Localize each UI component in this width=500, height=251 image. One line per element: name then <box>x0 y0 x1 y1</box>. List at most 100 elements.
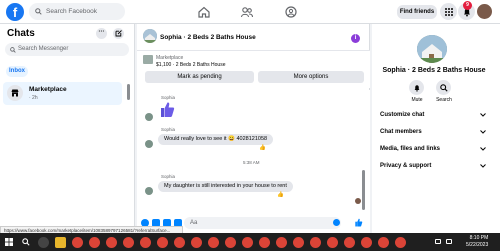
chrome-taskbar-icon[interactable] <box>276 237 287 248</box>
facebook-search-input[interactable]: Search Facebook <box>29 3 125 20</box>
message-sender: Sophia <box>161 127 176 132</box>
listing-summary[interactable]: $1,100 · 2 Beds 2 Baths House <box>156 62 226 68</box>
section-label: Privacy & support <box>380 163 432 169</box>
info-icon[interactable]: i <box>351 34 360 43</box>
conversation-header: Sophia · 2 Beds 2 Baths House i <box>137 24 370 51</box>
chrome-taskbar-icon[interactable] <box>310 237 321 248</box>
clock-time: 8:10 PM <box>469 235 489 241</box>
windows-start-icon[interactable] <box>5 238 13 246</box>
message-timestamp: 5:38 AM <box>243 160 260 165</box>
search-icon <box>439 83 448 92</box>
home-icon[interactable] <box>197 5 211 19</box>
chrome-taskbar-icon[interactable] <box>157 237 168 248</box>
privacy-support-section[interactable]: Privacy & support <box>372 159 496 173</box>
facebook-logo[interactable]: f <box>6 3 24 21</box>
chrome-taskbar-icon[interactable] <box>344 237 355 248</box>
customize-chat-section[interactable]: Customize chat <box>372 108 496 122</box>
thread-scrollbar[interactable] <box>362 170 365 210</box>
volume-icon[interactable] <box>446 239 452 244</box>
chrome-taskbar-icon[interactable] <box>72 237 83 248</box>
taskbar-clock[interactable]: 8:10 PM 5/22/2023 <box>466 235 488 248</box>
media-files-links-section[interactable]: Media, files and links <box>372 142 496 156</box>
chrome-taskbar-icon[interactable] <box>225 237 236 248</box>
bell-icon <box>414 84 419 92</box>
message-sender: Sophia <box>161 95 176 100</box>
search-icon <box>35 8 42 15</box>
chat-list-scrollbar[interactable] <box>127 84 130 100</box>
chat-name: Marketplace <box>29 86 67 93</box>
conversation-panel: Sophia · 2 Beds 2 Baths House i Marketpl… <box>137 24 370 233</box>
chats-title: Chats <box>7 28 35 39</box>
message-bubble[interactable]: My daughter is still interested in your … <box>158 181 293 192</box>
message-sender: Sophia <box>161 174 176 179</box>
top-navigation-bar: f Search Facebook Find friends 9 <box>0 0 500 24</box>
network-icon[interactable] <box>435 239 441 244</box>
windows-taskbar: 8:10 PM 5/22/2023 <box>0 233 500 251</box>
chevron-down-icon <box>480 130 486 134</box>
chevron-down-icon <box>480 147 486 151</box>
message-bubble[interactable]: Would really love to see it 😀 4028121058 <box>158 134 274 145</box>
listing-photo[interactable] <box>417 35 447 63</box>
emoji-icon[interactable] <box>333 219 340 226</box>
thumbs-up-send-icon[interactable] <box>354 218 363 227</box>
chrome-taskbar-icon[interactable] <box>140 237 151 248</box>
more-options-button[interactable]: More options <box>258 71 364 83</box>
sender-avatar <box>145 187 153 195</box>
mark-as-pending-button[interactable]: Mark as pending <box>145 71 254 83</box>
search-placeholder: Search Facebook <box>46 8 97 15</box>
mute-button[interactable] <box>409 80 424 95</box>
grid-menu-icon <box>444 7 453 16</box>
conversation-title[interactable]: Sophia · 2 Beds 2 Baths House <box>160 34 256 41</box>
messenger-search-input[interactable]: Search Messenger <box>5 43 129 56</box>
chrome-taskbar-icon[interactable] <box>242 237 253 248</box>
menu-button[interactable] <box>440 3 457 20</box>
notification-count-badge: 9 <box>463 1 472 10</box>
chrome-taskbar-icon[interactable] <box>293 237 304 248</box>
friends-icon[interactable] <box>240 5 254 19</box>
chrome-taskbar-icon[interactable] <box>89 237 100 248</box>
tab-inbox[interactable]: Inbox <box>6 66 28 77</box>
chrome-taskbar-icon[interactable] <box>259 237 270 248</box>
new-message-button[interactable] <box>113 28 124 39</box>
chrome-taskbar-icon[interactable] <box>361 237 372 248</box>
chevron-down-icon <box>480 113 486 117</box>
chrome-taskbar-icon[interactable] <box>174 237 185 248</box>
find-friends-button[interactable]: Find friends <box>397 5 437 19</box>
message-reaction[interactable]: 👍 <box>277 192 284 198</box>
conversation-details-panel: Sophia · 2 Beds 2 Baths House Mute Searc… <box>372 24 500 233</box>
search-conversation-button[interactable] <box>436 80 451 95</box>
chrome-taskbar-icon[interactable] <box>327 237 338 248</box>
sender-avatar <box>145 113 153 121</box>
chats-options-button[interactable]: ··· <box>96 28 107 39</box>
chrome-taskbar-icon[interactable] <box>208 237 219 248</box>
chrome-taskbar-icon[interactable] <box>378 237 389 248</box>
search-label: Search <box>436 97 452 103</box>
file-explorer-icon[interactable] <box>55 237 66 248</box>
listing-banner: Marketplace $1,100 · 2 Beds 2 Baths Hous… <box>137 51 370 88</box>
listing-avatar[interactable] <box>143 29 157 43</box>
chat-list-item[interactable]: Marketplace · 2h <box>3 82 122 105</box>
section-label: Customize chat <box>380 112 425 118</box>
task-view-icon[interactable] <box>38 237 49 248</box>
read-receipt-avatar <box>355 198 361 204</box>
chrome-taskbar-icon[interactable] <box>191 237 202 248</box>
message-input[interactable]: Aa <box>184 217 341 229</box>
thumbs-up-sticker[interactable] <box>159 101 175 118</box>
search-icon <box>10 47 16 53</box>
mute-label: Mute <box>411 97 423 103</box>
details-title: Sophia · 2 Beds 2 Baths House <box>382 67 486 74</box>
chevron-down-icon <box>480 164 486 168</box>
marketplace-icon <box>7 85 23 101</box>
chrome-taskbar-icon[interactable] <box>106 237 117 248</box>
groups-icon[interactable] <box>284 5 298 19</box>
clock-date: 5/22/2023 <box>466 241 489 248</box>
compose-icon <box>115 30 122 37</box>
section-label: Chat members <box>380 129 422 135</box>
message-reaction[interactable]: 👍 <box>259 145 266 151</box>
chrome-taskbar-icon[interactable] <box>123 237 134 248</box>
listing-thumbnail[interactable] <box>143 55 153 64</box>
taskbar-search-icon[interactable] <box>22 238 30 246</box>
chat-members-section[interactable]: Chat members <box>372 125 496 139</box>
account-avatar[interactable] <box>476 3 493 20</box>
chrome-taskbar-icon[interactable] <box>395 237 406 248</box>
